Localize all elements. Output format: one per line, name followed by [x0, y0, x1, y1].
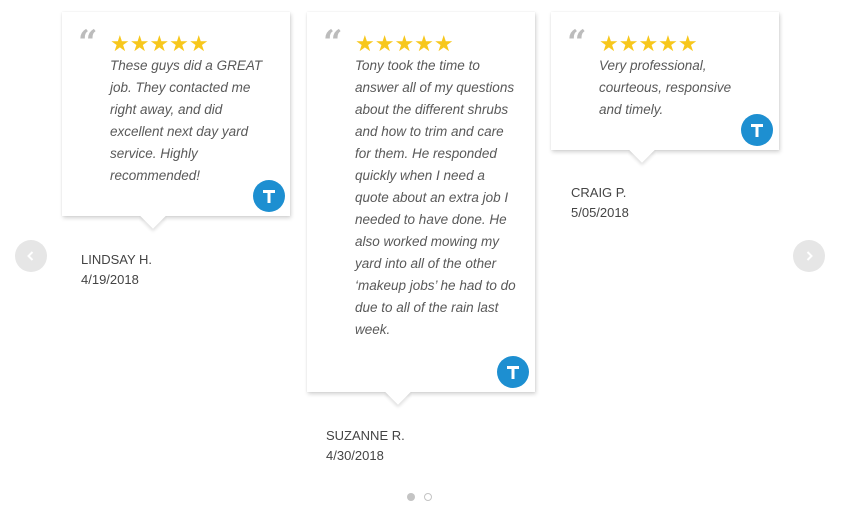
review-text: Tony took the time to answer all of my q… [355, 58, 516, 337]
pagination-dot-active[interactable] [407, 493, 415, 501]
review-text: These guys did a GREAT job. They contact… [110, 58, 263, 183]
star-rating: ★★★★★ [110, 31, 209, 56]
review-date: 5/05/2018 [571, 205, 629, 220]
thumbtack-badge-icon [253, 180, 285, 212]
review-date: 4/30/2018 [326, 448, 384, 463]
chevron-right-icon [806, 251, 813, 261]
review-card: “ ★★★★★ Tony took the time to answer all… [307, 12, 535, 405]
thumbtack-badge-icon [741, 114, 773, 146]
review-date: 4/19/2018 [81, 272, 139, 287]
reviewer-name: LINDSAY H. [81, 252, 153, 267]
carousel-prev-button[interactable] [15, 240, 47, 272]
pagination-dot[interactable] [424, 493, 432, 501]
quote-icon: “ [78, 23, 98, 63]
quote-icon: “ [567, 23, 587, 63]
thumbtack-badge-icon [497, 356, 529, 388]
chevron-left-icon [27, 251, 34, 261]
reviewer-name: CRAIG P. [571, 185, 627, 200]
star-rating: ★★★★★ [355, 31, 454, 56]
reviewer-name: SUZANNE R. [326, 428, 405, 443]
quote-icon: “ [323, 23, 343, 63]
review-card: “ ★★★★★ Very professional, courteous, re… [551, 12, 779, 163]
star-rating: ★★★★★ [599, 31, 698, 56]
review-card: “ ★★★★★ These guys did a GREAT job. They… [62, 12, 290, 229]
review-text: Very professional, courteous, responsive… [599, 58, 732, 117]
carousel-next-button[interactable] [793, 240, 825, 272]
